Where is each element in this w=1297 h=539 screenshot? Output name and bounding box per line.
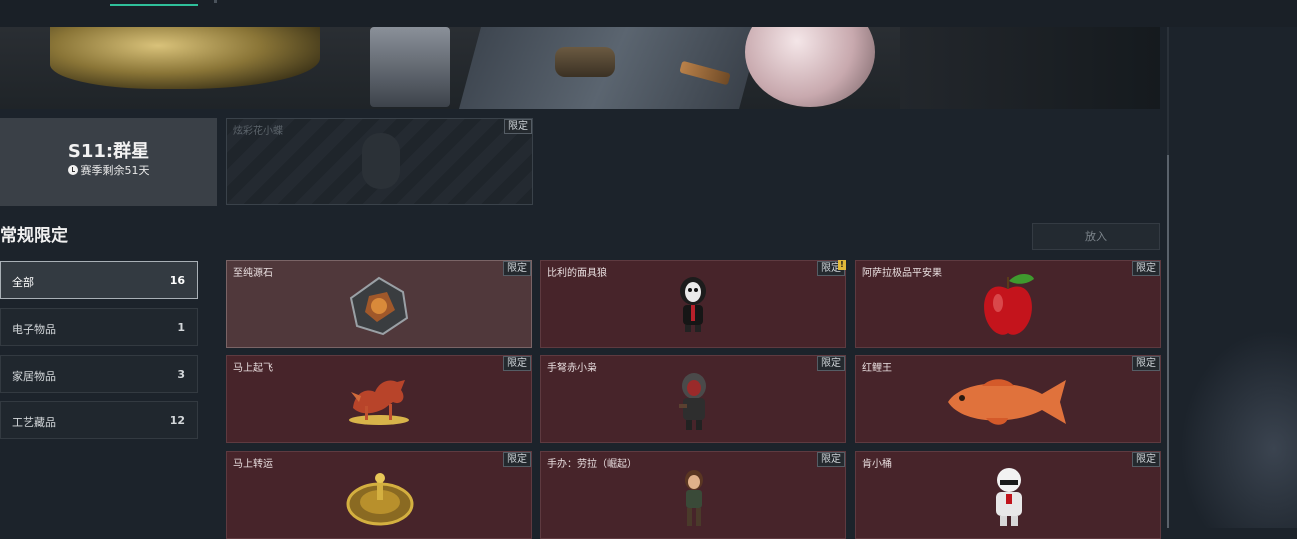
category-all[interactable]: 全部 16: [0, 261, 198, 299]
item-name: 比利的面具狼: [547, 268, 607, 279]
chef-figure-icon: [996, 468, 1022, 526]
item-card[interactable]: 阿萨拉极品平安果 限定: [855, 260, 1161, 348]
silhouette-icon: [362, 133, 400, 189]
category-count: 16: [169, 274, 185, 287]
wheel-icon: [346, 473, 414, 526]
boots-figure: [555, 47, 615, 77]
item-name: 红鲤王: [862, 363, 892, 374]
clock-icon: [67, 165, 78, 175]
item-card[interactable]: 至纯源石 限定: [226, 260, 532, 348]
mask-figure-icon: [680, 277, 706, 332]
top-bar: [0, 0, 1297, 27]
featured-locked-card[interactable]: 炫彩花小蝶 限定: [226, 118, 533, 205]
item-card[interactable]: 肯小桶 限定: [855, 451, 1161, 539]
category-label: 家居物品: [12, 370, 56, 383]
limited-tag: 限定: [503, 261, 531, 276]
category-label: 电子物品: [12, 323, 56, 336]
limited-tag: 限定: [503, 452, 531, 467]
item-name: 手弩赤小枭: [547, 363, 597, 374]
item-name: 肯小桶: [862, 459, 892, 470]
apple-icon: [984, 274, 1034, 335]
put-in-button[interactable]: 放入: [1032, 223, 1160, 250]
pearl-sphere: [745, 27, 875, 107]
section-title: 常规限定: [0, 226, 68, 246]
item-card[interactable]: 手弩赤小枭 限定: [540, 355, 846, 443]
warning-icon: !: [838, 260, 846, 270]
category-count: 12: [169, 414, 185, 427]
limited-tag: 限定: [1132, 356, 1160, 371]
item-card[interactable]: 红鲤王 限定: [855, 355, 1161, 443]
golden-dragon-statue: [50, 27, 320, 89]
limited-tag: 限定: [503, 356, 531, 371]
crystal-icon: [349, 276, 409, 336]
item-card[interactable]: 马上转运 限定: [226, 451, 532, 539]
item-card[interactable]: 比利的面具狼 限定 !: [540, 260, 846, 348]
limited-tag: 限定: [817, 356, 845, 371]
item-name: 马上转运: [233, 459, 273, 470]
hooded-figure-icon: [679, 373, 706, 430]
banner-shadow: [900, 27, 1160, 109]
tab-separator: [214, 0, 217, 3]
background-decoration: [1180, 330, 1297, 528]
season-banner-image: [0, 27, 1160, 109]
category-home[interactable]: 家居物品 3: [0, 355, 198, 393]
season-remaining-text: 赛季剩余51天: [80, 164, 150, 177]
limited-tag: 限定: [817, 452, 845, 467]
category-electronics[interactable]: 电子物品 1: [0, 308, 198, 346]
season-remaining: 赛季剩余51天: [0, 162, 217, 178]
season-title: S11:群星: [67, 141, 150, 162]
item-card[interactable]: 手办：劳拉（崛起） 限定: [540, 451, 846, 539]
horse-icon: [349, 380, 409, 425]
carp-icon: [948, 379, 1066, 425]
item-name: 至纯源石: [233, 268, 273, 279]
limited-tag: 限定: [504, 119, 532, 134]
item-name: 手办：劳拉（崛起）: [547, 459, 637, 470]
item-card[interactable]: 马上起飞 限定: [226, 355, 532, 443]
lara-figure-icon: [685, 470, 703, 526]
item-name: 马上起飞: [233, 363, 273, 374]
limited-tag: 限定: [1132, 452, 1160, 467]
category-crafts[interactable]: 工艺藏品 12: [0, 401, 198, 439]
category-label: 工艺藏品: [12, 416, 56, 429]
item-name: 阿萨拉极品平安果: [862, 268, 942, 279]
category-label: 全部: [12, 276, 34, 289]
limited-tag: 限定: [1132, 261, 1160, 276]
scrollbar-thumb[interactable]: [1167, 155, 1169, 528]
category-count: 3: [177, 368, 185, 381]
robot-figure: [370, 27, 450, 107]
featured-name: 炫彩花小蝶: [233, 126, 283, 137]
category-count: 1: [177, 321, 185, 334]
active-tab-indicator: [110, 4, 198, 6]
